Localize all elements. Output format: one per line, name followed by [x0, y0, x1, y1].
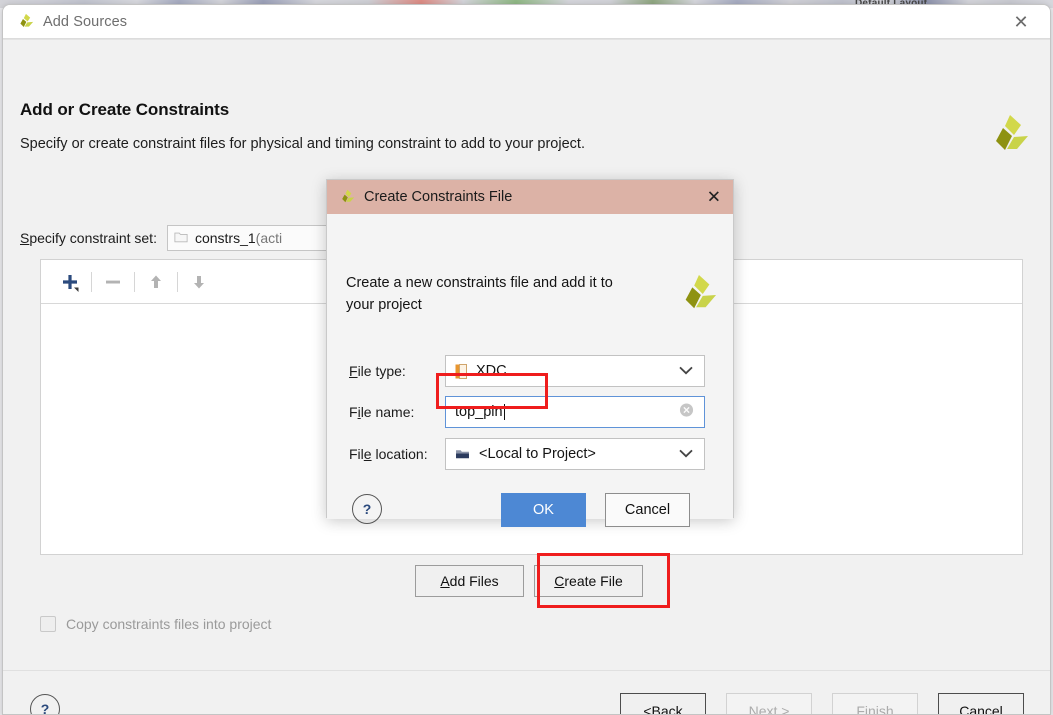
- create-constraints-file-dialog: Create Constraints File ✕ Create a new c…: [326, 179, 734, 527]
- finish-mnemonic: F: [856, 702, 865, 715]
- help-button[interactable]: ?: [30, 694, 60, 714]
- back-prefix: <: [643, 702, 652, 715]
- vivado-logo-icon: [339, 189, 355, 205]
- file-location-mnemonic: e: [363, 446, 372, 462]
- cancel-button[interactable]: Cancel: [938, 693, 1024, 714]
- dialog-cancel-button[interactable]: Cancel: [605, 493, 690, 527]
- file-name-row: File name: top_pin: [349, 396, 705, 428]
- remove-source-button[interactable]: [96, 267, 130, 297]
- toolbar-separator: [177, 271, 178, 292]
- wizard-navigation-buttons: < Back Next > Finish Cancel: [620, 693, 1024, 715]
- add-files-mnemonic: A: [440, 573, 450, 589]
- finish-button: Finish: [832, 693, 918, 715]
- next-button: Next >: [726, 693, 812, 715]
- window-close-icon[interactable]: ✕: [1008, 9, 1034, 35]
- dialog-help-button[interactable]: ?: [352, 494, 382, 524]
- dialog-close-icon[interactable]: ✕: [707, 189, 721, 206]
- create-file-label: reate File: [564, 573, 623, 589]
- move-up-button[interactable]: [139, 267, 173, 297]
- constraint-set-value: constrs_1: [194, 230, 256, 246]
- back-mnemonic: B: [651, 702, 661, 715]
- help-icon[interactable]: ?: [30, 694, 60, 714]
- create-file-mnemonic: C: [554, 573, 565, 589]
- file-location-dropdown[interactable]: <Local to Project>: [445, 438, 705, 470]
- toolbar-separator: [134, 271, 135, 292]
- dialog-action-buttons: OK Cancel: [501, 493, 690, 527]
- file-location-label-a: Fil: [349, 446, 364, 462]
- back-label: ack: [660, 702, 683, 715]
- file-name-input[interactable]: top_pin: [445, 396, 705, 428]
- add-files-button[interactable]: Add Files: [415, 565, 524, 597]
- copy-constraints-option[interactable]: Copy constraints files into project: [40, 616, 271, 632]
- file-type-mnemonic: F: [349, 363, 358, 379]
- panel-action-buttons: Add Files Create File: [415, 565, 643, 597]
- file-type-dropdown[interactable]: XDC: [445, 355, 705, 387]
- footer-divider: [3, 670, 1050, 671]
- xdc-file-icon: [455, 363, 467, 379]
- next-label: ext >: [758, 702, 790, 715]
- constraint-set-label: Specify constraint set:: [20, 230, 157, 246]
- folder-icon: [174, 230, 188, 246]
- add-files-label: dd Files: [449, 573, 499, 589]
- file-location-value: <Local to Project>: [479, 446, 596, 462]
- file-name-value: top_pin: [455, 404, 503, 420]
- file-name-label: File name:: [349, 404, 445, 420]
- file-location-row: File location: <Local to Project>: [349, 438, 705, 470]
- window-content: Add or Create Constraints Specify or cre…: [3, 39, 1050, 715]
- folder-icon: [455, 448, 470, 460]
- file-name-label-c: le name:: [360, 404, 415, 420]
- finish-label: inish: [864, 702, 894, 715]
- file-type-row: File type: XDC: [349, 355, 705, 387]
- dialog-titlebar: Create Constraints File ✕: [327, 180, 733, 214]
- move-down-button[interactable]: [182, 267, 216, 297]
- add-source-button[interactable]: [53, 267, 87, 297]
- constraint-set-label-mnemonic: S: [20, 230, 30, 246]
- vivado-logo-icon: [679, 274, 717, 314]
- ok-button[interactable]: OK: [501, 493, 586, 527]
- page-title: Add or Create Constraints: [20, 100, 230, 119]
- window-title: Add Sources: [43, 13, 128, 30]
- dialog-body: Create a new constraints file and add it…: [327, 214, 733, 527]
- chevron-down-icon: [679, 363, 693, 379]
- clear-icon[interactable]: [679, 403, 694, 422]
- help-icon[interactable]: ?: [352, 494, 382, 524]
- file-type-label-text: ile type:: [357, 363, 406, 379]
- file-type-value: XDC: [476, 363, 507, 379]
- constraint-set-label-text: pecify constraint set:: [29, 230, 157, 246]
- dialog-title: Create Constraints File: [364, 189, 513, 205]
- next-mnemonic: N: [748, 702, 759, 715]
- page-subtitle: Specify or create constraint files for p…: [20, 136, 585, 152]
- text-caret: [503, 404, 505, 420]
- dialog-description: Create a new constraints file and add it…: [346, 275, 613, 313]
- file-location-label: File location:: [349, 446, 445, 462]
- chevron-down-icon: [679, 446, 693, 462]
- file-type-label: File type:: [349, 363, 445, 379]
- window-titlebar: Add Sources ✕: [3, 5, 1050, 39]
- file-location-label-c: location:: [371, 446, 428, 462]
- vivado-logo-icon: [17, 13, 34, 30]
- toolbar-separator: [91, 271, 92, 292]
- back-button[interactable]: < Back: [620, 693, 706, 715]
- add-sources-window: Add Sources ✕ Add or Create Constraints …: [2, 4, 1051, 715]
- vivado-logo-icon: [989, 114, 1029, 156]
- create-file-button[interactable]: Create File: [534, 565, 643, 597]
- screen-root: Default Layout Add Sources ✕ Add or Crea…: [0, 0, 1053, 715]
- constraint-set-value-suffix: (acti: [255, 230, 283, 246]
- copy-constraints-checkbox[interactable]: [40, 616, 56, 632]
- copy-constraints-label: Copy constraints files into project: [66, 616, 272, 632]
- file-name-label-a: F: [349, 404, 358, 420]
